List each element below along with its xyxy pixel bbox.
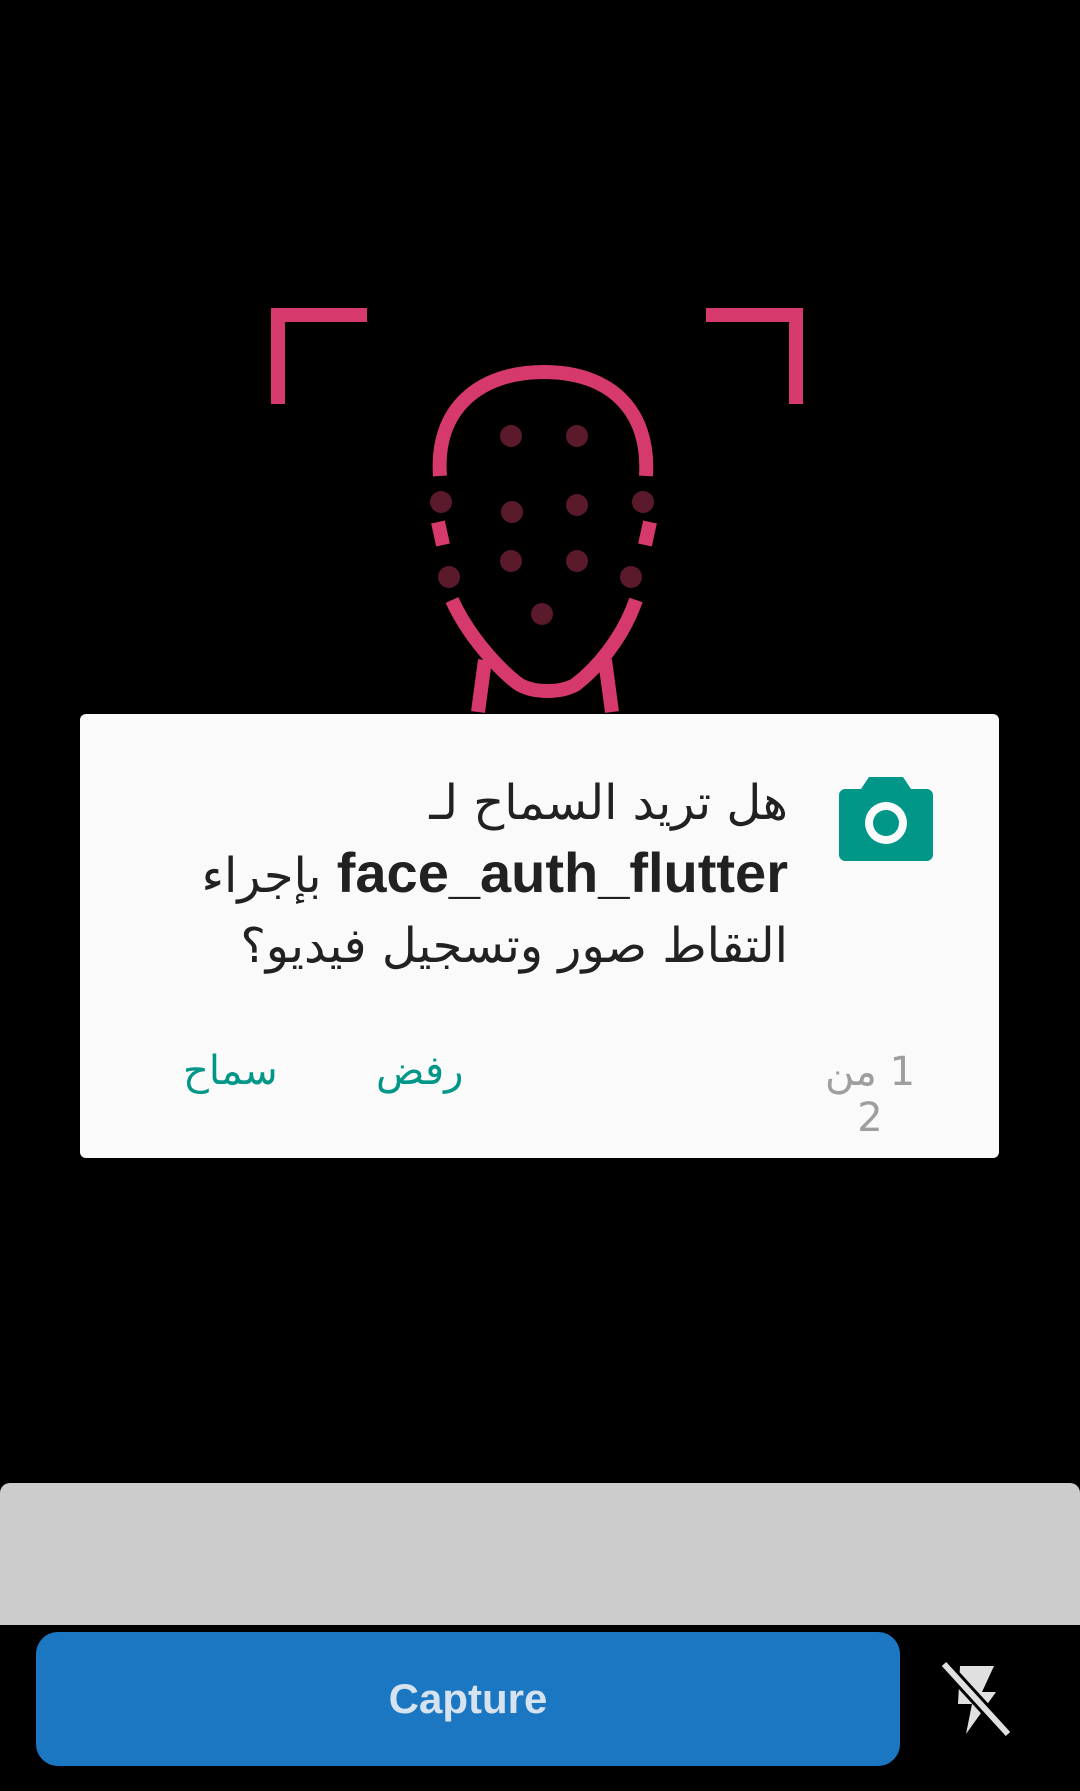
scan-bracket-top-left (271, 308, 367, 404)
app-name: face_auth_flutter (336, 841, 788, 904)
capture-button[interactable]: Capture (36, 1632, 900, 1766)
flash-off-icon[interactable] (930, 1652, 1020, 1742)
permission-counter: 1 من 2 (824, 1049, 916, 1141)
camera-icon (839, 777, 933, 861)
face-scan-illustration (271, 308, 803, 713)
scan-bracket-top-right (706, 308, 803, 404)
message-line1: هل تريد السماح لـ (429, 775, 788, 831)
allow-button[interactable]: سماح (183, 1048, 278, 1094)
neck-outline (471, 659, 492, 713)
preview-panel (0, 1483, 1080, 1625)
head-outline (432, 364, 654, 477)
deny-button[interactable]: رفض (376, 1048, 463, 1094)
permission-message: هل تريد السماح لـ face_auth_flutter بإجر… (178, 768, 788, 981)
camera-permission-dialog: هل تريد السماح لـ face_auth_flutter بإجر… (80, 714, 999, 1158)
capture-button-label: Capture (388, 1675, 548, 1722)
